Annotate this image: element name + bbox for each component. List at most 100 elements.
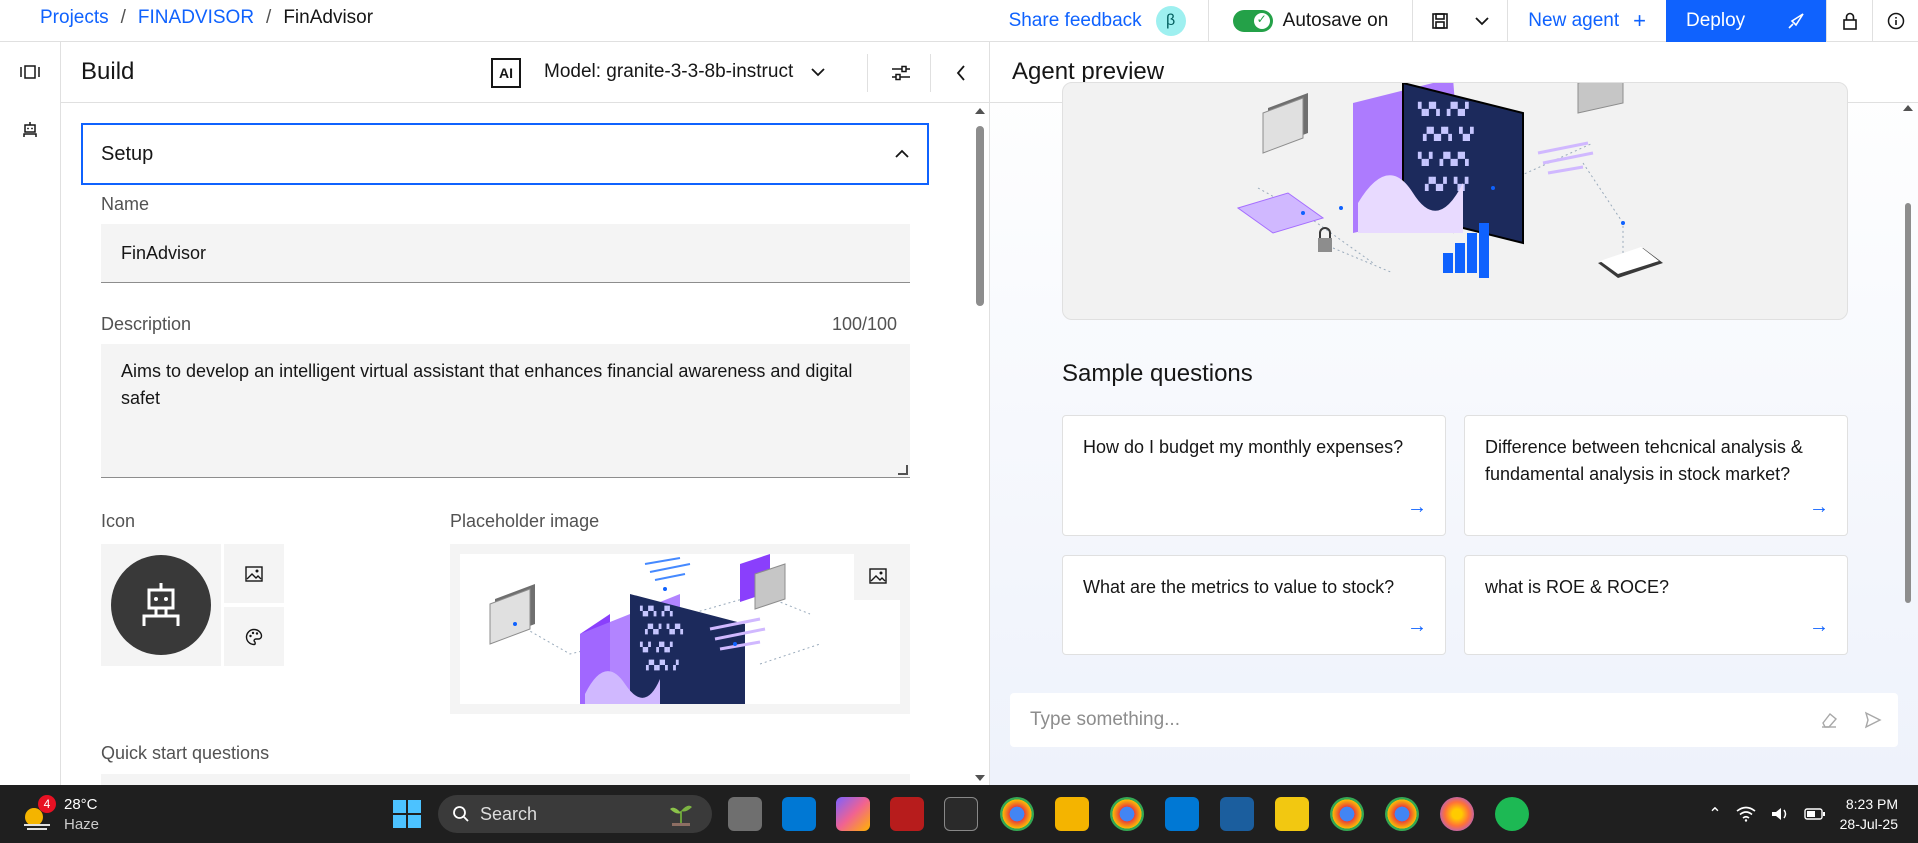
description-counter: 100/100 bbox=[832, 314, 898, 334]
microsoft-store-icon[interactable] bbox=[782, 797, 816, 831]
placeholder-image-label: Placeholder image bbox=[450, 511, 600, 531]
eraser-icon[interactable] bbox=[1820, 711, 1838, 729]
file-explorer-icon[interactable] bbox=[1055, 797, 1089, 831]
copilot-icon[interactable] bbox=[836, 797, 870, 831]
rocket-icon bbox=[1788, 13, 1804, 29]
vscode-icon[interactable] bbox=[1165, 797, 1199, 831]
build-panel: Build AI Model: granite-3-3-8b-instruct … bbox=[61, 42, 990, 785]
svg-text:▚▞▚ ▞▚: ▚▞▚ ▞▚ bbox=[639, 605, 673, 617]
beta-badge: β bbox=[1155, 6, 1186, 36]
build-title: Build bbox=[81, 58, 135, 85]
new-agent-button[interactable]: New agent + bbox=[1507, 0, 1666, 42]
upload-icon-button[interactable] bbox=[224, 544, 284, 603]
autosave-toggle[interactable]: ✓ bbox=[1232, 10, 1273, 32]
scroll-down-arrow-icon[interactable] bbox=[973, 773, 987, 783]
weather-icon: 4 bbox=[20, 795, 56, 833]
placeholder-illustration: ▚▞▚ ▞▚ ▞▚▞ ▚▞▚ ▚▞ ▞▚▞ ▞▚▞▚ ▞ bbox=[460, 554, 900, 704]
wifi-icon[interactable] bbox=[1736, 806, 1756, 822]
plus-icon: + bbox=[1633, 8, 1646, 33]
send-icon[interactable] bbox=[1864, 711, 1882, 729]
sample-question-text: What are the metrics to value to stock? bbox=[1083, 577, 1395, 597]
robot-icon bbox=[23, 122, 37, 137]
lock-button[interactable] bbox=[1826, 0, 1872, 42]
weather-widget[interactable]: 4 28°C Haze bbox=[20, 795, 99, 835]
svg-text:▚▞ ▞▚▞: ▚▞ ▞▚▞ bbox=[639, 641, 673, 653]
chrome-profile-icon[interactable] bbox=[1110, 797, 1144, 831]
volume-icon[interactable] bbox=[1770, 806, 1790, 822]
breadcrumb-project[interactable]: FINADVISOR bbox=[138, 7, 254, 29]
firefox-icon[interactable] bbox=[1440, 797, 1474, 831]
taskbar-search[interactable]: Search bbox=[438, 795, 712, 833]
setup-accordion[interactable]: Setup bbox=[81, 123, 929, 185]
info-icon bbox=[1887, 12, 1904, 30]
upload-placeholder-image-button[interactable] bbox=[854, 552, 902, 600]
preview-scrollbar[interactable] bbox=[1901, 103, 1915, 785]
image-icon bbox=[245, 565, 263, 582]
scroll-up-arrow-icon[interactable] bbox=[1901, 103, 1915, 113]
calculator-icon[interactable] bbox=[944, 797, 978, 831]
share-feedback-link[interactable]: Share feedback bbox=[1009, 10, 1142, 32]
search-label: Search bbox=[480, 803, 538, 824]
chat-input-actions bbox=[1820, 711, 1882, 729]
hero-illustration: ▚▞▚ ▞▚▞ ▞▚▞▚ ▚▞ ▚▞ ▞▚▞▚ ▞▚▞ ▚▞ bbox=[1062, 82, 1848, 320]
robot-icon bbox=[142, 583, 180, 626]
chevron-up-icon[interactable]: ⌃ bbox=[1708, 804, 1721, 824]
description-label: Description bbox=[101, 314, 192, 334]
sample-question-text: Difference between tehcnical analysis & … bbox=[1485, 437, 1803, 484]
deploy-button[interactable]: Deploy bbox=[1666, 0, 1826, 42]
scrollbar-thumb[interactable] bbox=[976, 126, 984, 306]
setup-title: Setup bbox=[101, 142, 154, 165]
collapse-panel-button[interactable] bbox=[947, 59, 975, 87]
power-bi-icon[interactable] bbox=[1275, 797, 1309, 831]
share-feedback-group: Share feedback β bbox=[997, 0, 1208, 42]
color-palette-button[interactable] bbox=[224, 607, 284, 666]
sample-question-card[interactable]: What are the metrics to value to stock? … bbox=[1062, 555, 1446, 655]
save-menu[interactable] bbox=[1412, 0, 1507, 42]
notification-badge: 4 bbox=[38, 795, 56, 813]
left-rail bbox=[0, 42, 61, 785]
snipping-tool-icon[interactable] bbox=[890, 797, 924, 831]
icon-label: Icon bbox=[101, 511, 136, 531]
clock[interactable]: 8:23 PM 28-Jul-25 bbox=[1840, 794, 1898, 834]
battery-icon[interactable] bbox=[1803, 807, 1826, 821]
save-icon[interactable] bbox=[1431, 12, 1449, 30]
autosave-label: Autosave on bbox=[1282, 10, 1389, 31]
chrome-icon[interactable] bbox=[1000, 797, 1034, 831]
autosave-toggle-group[interactable]: ✓ Autosave on bbox=[1207, 0, 1413, 42]
agent-button[interactable] bbox=[18, 118, 42, 142]
settings-sliders-button[interactable] bbox=[887, 59, 915, 87]
resize-handle-icon[interactable] bbox=[898, 465, 908, 475]
task-view-icon[interactable] bbox=[728, 797, 762, 831]
breadcrumb-projects[interactable]: Projects bbox=[40, 7, 109, 29]
build-scrollbar[interactable] bbox=[973, 104, 987, 785]
mysql-workbench-icon[interactable] bbox=[1220, 797, 1254, 831]
spotify-icon[interactable] bbox=[1495, 797, 1529, 831]
windows-start-icon[interactable] bbox=[390, 797, 424, 831]
name-input[interactable]: FinAdvisor bbox=[101, 224, 910, 283]
divider bbox=[930, 54, 931, 92]
model-selector[interactable]: Model: granite-3-3-8b-instruct bbox=[544, 61, 825, 83]
weather-condition: Haze bbox=[64, 816, 100, 833]
model-label: Model: granite-3-3-8b-instruct bbox=[544, 61, 794, 82]
panel-toggle-button[interactable] bbox=[18, 60, 42, 84]
chevron-down-icon[interactable] bbox=[1475, 16, 1489, 26]
chat-input[interactable]: Type something... bbox=[1010, 693, 1898, 747]
arrow-right-icon: → bbox=[1809, 496, 1829, 518]
svg-text:▞▚▞▚ ▞: ▞▚▞▚ ▞ bbox=[645, 659, 679, 671]
divider bbox=[867, 54, 868, 92]
chrome-profile-icon[interactable] bbox=[1330, 797, 1364, 831]
system-tray: ⌃ 8:23 PM 28-Jul-25 bbox=[1708, 785, 1898, 843]
chrome-profile-icon[interactable] bbox=[1385, 797, 1419, 831]
finance-illustration-image: ▚▞▚ ▞▚▞▞▚▞▚ ▚▞▚▞ ▞▚▞▚▞▚▞ ▚▞ bbox=[1236, 83, 1663, 278]
scroll-up-arrow-icon[interactable] bbox=[973, 106, 987, 116]
sample-question-card[interactable]: Difference between tehcnical analysis & … bbox=[1464, 415, 1848, 536]
quick-start-questions-field[interactable] bbox=[101, 774, 910, 785]
sample-question-card[interactable]: what is ROE & ROCE? → bbox=[1464, 555, 1848, 655]
search-icon bbox=[453, 806, 469, 822]
sample-question-card[interactable]: How do I budget my monthly expenses? → bbox=[1062, 415, 1446, 536]
scrollbar-thumb[interactable] bbox=[1905, 203, 1911, 603]
info-button[interactable] bbox=[1872, 0, 1918, 42]
description-textarea[interactable]: Aims to develop an intelligent virtual a… bbox=[101, 344, 910, 478]
quick-start-label: Quick start questions bbox=[101, 743, 270, 763]
breadcrumb-separator: / bbox=[120, 7, 126, 28]
